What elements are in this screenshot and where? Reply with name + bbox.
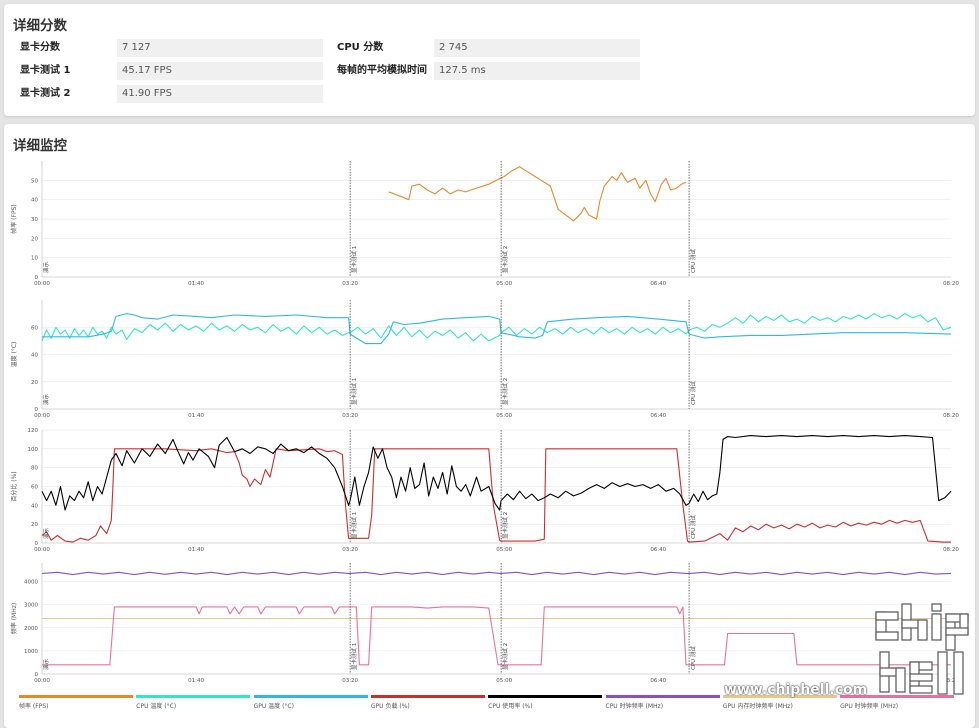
x-tick-label: 00:00	[34, 678, 50, 684]
legend-swatch	[253, 695, 368, 698]
x-tick-label: 03:20	[342, 678, 358, 684]
y-tick-label: 100	[28, 447, 39, 453]
y-tick-label: 2000	[24, 626, 38, 632]
legend-label: GPU 负载 (%)	[370, 703, 410, 710]
monitoring-charts: 0102030405000:00 01:40 03:20 05:00 06:40 08:2…	[10, 161, 959, 684]
legend-item: CPU 温度 (°C)	[136, 695, 251, 710]
legend-item: 帧率 (FPS)	[19, 695, 133, 710]
test-marker-label: CPU 测试	[689, 249, 697, 273]
legend-item: CPU 使用率 (%)	[488, 695, 603, 710]
x-tick-label: 00:00	[34, 547, 50, 553]
y-tick-label: 50	[31, 178, 38, 184]
x-tick-label: 01:40	[188, 547, 204, 553]
series-line	[41, 435, 952, 511]
legend-swatch	[19, 695, 133, 698]
x-tick-label: 05:00	[496, 281, 512, 287]
x-tick-label: 08:20	[943, 413, 959, 419]
y-axis-label: 百分比 (%)	[10, 471, 18, 501]
x-tick-label: 03:20	[342, 413, 358, 419]
test-marker-label: 演示	[42, 261, 50, 273]
legend-label: CPU 温度 (°C)	[136, 703, 177, 710]
x-tick-label: 01:40	[188, 281, 204, 287]
test-marker-label: 显卡测试 1	[350, 246, 358, 273]
x-tick-label: 03:20	[342, 547, 358, 553]
test-marker-label: CPU 测试	[689, 515, 697, 539]
y-tick-label: 60	[31, 325, 38, 331]
legend-label: GPU 内存时钟频率 (MHz)	[722, 703, 793, 710]
test-marker-label: 显卡测试 1	[350, 643, 358, 670]
x-tick-label: 08:20	[943, 547, 959, 553]
y-tick-label: 1000	[24, 649, 38, 655]
test-marker-label: 显卡测试 2	[501, 378, 509, 405]
test-marker-label: CPU 测试	[689, 381, 697, 405]
test-marker-label: 显卡测试 2	[501, 643, 509, 670]
y-tick-label: 30	[31, 217, 38, 223]
legend-swatch	[488, 695, 603, 698]
test-marker-label: 演示	[42, 658, 50, 670]
watermark-text: www.chiphell.com	[724, 682, 868, 698]
legend-item: GPU 温度 (°C)	[253, 695, 368, 710]
x-tick-label: 06:40	[650, 678, 666, 684]
series-line	[388, 166, 687, 222]
y-tick-label: 40	[31, 503, 38, 509]
legend-item: CPU 时钟频率 (MHz)	[605, 695, 720, 710]
y-axis-label: 温度 (°C)	[10, 342, 18, 368]
y-tick-label: 60	[31, 485, 38, 491]
y-axis-label: 帧率 (FPS)	[10, 204, 18, 233]
series-line	[41, 448, 951, 543]
legend-swatch	[605, 695, 720, 698]
x-tick-label: 03:20	[342, 281, 358, 287]
y-tick-label: 10	[31, 256, 38, 262]
chart-3: 02040608010012000:00 01:40 03:20 05:00 06:40…	[10, 428, 959, 553]
y-tick-label: 40	[31, 198, 38, 204]
x-tick-label: 05:00	[496, 547, 512, 553]
legend-label: CPU 使用率 (%)	[488, 703, 533, 710]
y-tick-label: 3000	[24, 603, 38, 609]
x-tick-label: 06:40	[650, 281, 666, 287]
y-tick-label: 20	[31, 522, 38, 528]
y-tick-label: 20	[31, 380, 38, 386]
chart-4: 0100020003000400000:00 01:40 03:20 05:00 06:…	[10, 563, 959, 684]
x-tick-label: 05:00	[496, 678, 512, 684]
test-marker-label: CPU 测试	[689, 646, 697, 670]
y-tick-label: 40	[31, 353, 38, 359]
y-tick-label: 120	[28, 428, 39, 434]
test-marker-label: 显卡测试 1	[350, 378, 358, 405]
y-tick-label: 20	[31, 236, 38, 242]
legend-swatch	[136, 695, 251, 698]
test-marker-label: 演示	[42, 393, 50, 405]
legend-label: 帧率 (FPS)	[19, 703, 49, 710]
legend-label: GPU 温度 (°C)	[253, 703, 294, 710]
chiphell-logo-icon	[875, 603, 969, 695]
y-axis-label: 频率 (MHz)	[10, 603, 18, 634]
x-tick-label: 05:00	[496, 413, 512, 419]
legend-item: GPU 负载 (%)	[370, 695, 485, 710]
chart-2: 020406000:00 01:40 03:20 05:00 06:40 08:20温度 …	[10, 300, 959, 419]
series-line	[41, 571, 952, 576]
series-line	[42, 606, 951, 666]
x-tick-label: 01:40	[188, 678, 204, 684]
x-tick-label: 01:40	[188, 413, 204, 419]
y-tick-label: 80	[31, 466, 38, 472]
test-marker-label: 显卡测试 2	[501, 512, 509, 539]
test-marker-label: 显卡测试 2	[501, 246, 509, 273]
y-tick-label: 4000	[24, 580, 38, 586]
chart-1: 0102030405000:00 01:40 03:20 05:00 06:40 08:2…	[10, 161, 959, 287]
x-tick-label: 08:20	[943, 281, 959, 287]
x-tick-label: 06:40	[650, 413, 666, 419]
x-tick-label: 06:40	[650, 547, 666, 553]
test-marker-label: 演示	[42, 527, 50, 539]
legend-label: CPU 时钟频率 (MHz)	[605, 703, 664, 710]
x-tick-label: 00:00	[34, 413, 50, 419]
test-marker-label: 显卡测试 1	[350, 512, 358, 539]
legend-swatch	[370, 695, 485, 698]
x-tick-label: 00:00	[34, 281, 50, 287]
